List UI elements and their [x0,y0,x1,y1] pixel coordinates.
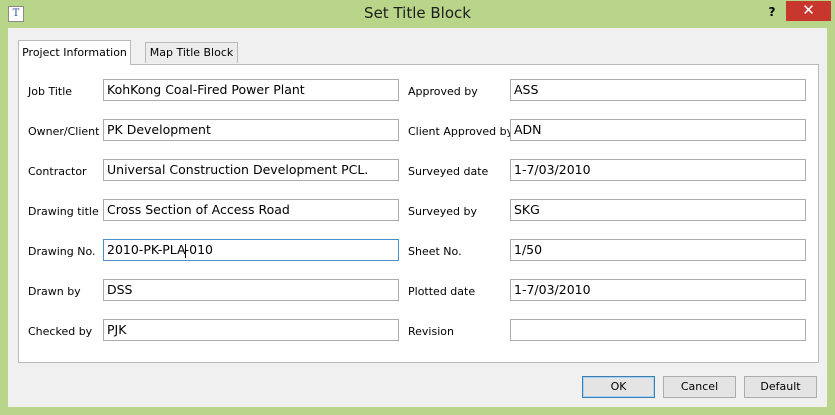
tab-map-title-block[interactable]: Map Title Block [145,42,238,63]
drawing-no-text-before-caret: 2010-PK-PLA [107,242,186,257]
drawn-by-label: Drawn by [28,285,81,298]
sheet-no-label: Sheet No. [408,245,462,258]
plotted-date-label: Plotted date [408,285,476,298]
contractor-field[interactable]: Universal Construction Development PCL. [103,159,399,181]
close-button[interactable]: ✕ [786,1,831,21]
drawing-title-label: Drawing title [28,205,99,218]
dialog-title: Set Title Block [364,4,471,22]
drawing-title-field[interactable]: Cross Section of Access Road [103,199,399,221]
ok-button[interactable]: OK [582,376,655,398]
owner-client-label: Owner/Client [28,125,100,138]
dialog-window: T Set Title Block ? ✕ Project Informatio… [0,0,835,415]
checked-by-field[interactable]: PJK [103,319,399,341]
help-button[interactable]: ? [764,3,780,21]
approved-by-label: Approved by [408,85,478,98]
project-information-panel: Job Title KohKong Coal-Fired Power Plant… [18,64,819,363]
drawing-no-field[interactable]: 2010-PK-PLA-010 [103,239,399,261]
contractor-label: Contractor [28,165,87,178]
surveyed-date-field[interactable]: 1-7/03/2010 [510,159,806,181]
client-approved-by-field[interactable]: ADN [510,119,806,141]
drawn-by-field[interactable]: DSS [103,279,399,301]
plotted-date-field[interactable]: 1-7/03/2010 [510,279,806,301]
surveyed-date-label: Surveyed date [408,165,489,178]
approved-by-field[interactable]: ASS [510,79,806,101]
owner-client-field[interactable]: PK Development [103,119,399,141]
tab-project-information[interactable]: Project Information [18,40,131,65]
surveyed-by-field[interactable]: SKG [510,199,806,221]
revision-label: Revision [408,325,454,338]
sheet-no-field[interactable]: 1/50 [510,239,806,261]
drawing-no-text-after-caret: -010 [184,242,213,257]
default-button[interactable]: Default [744,376,817,398]
job-title-label: Job Title [28,85,73,98]
revision-field[interactable] [510,319,806,341]
surveyed-by-label: Surveyed by [408,205,478,218]
drawing-no-label: Drawing No. [28,245,96,258]
checked-by-label: Checked by [28,325,93,338]
client-approved-by-label: Client Approved by [408,125,514,138]
dialog-client-area: Project Information Map Title Block Job … [8,28,827,407]
cancel-button[interactable]: Cancel [663,376,736,398]
job-title-field[interactable]: KohKong Coal-Fired Power Plant [103,79,399,101]
title-bar[interactable]: T Set Title Block ? ✕ [0,0,835,28]
